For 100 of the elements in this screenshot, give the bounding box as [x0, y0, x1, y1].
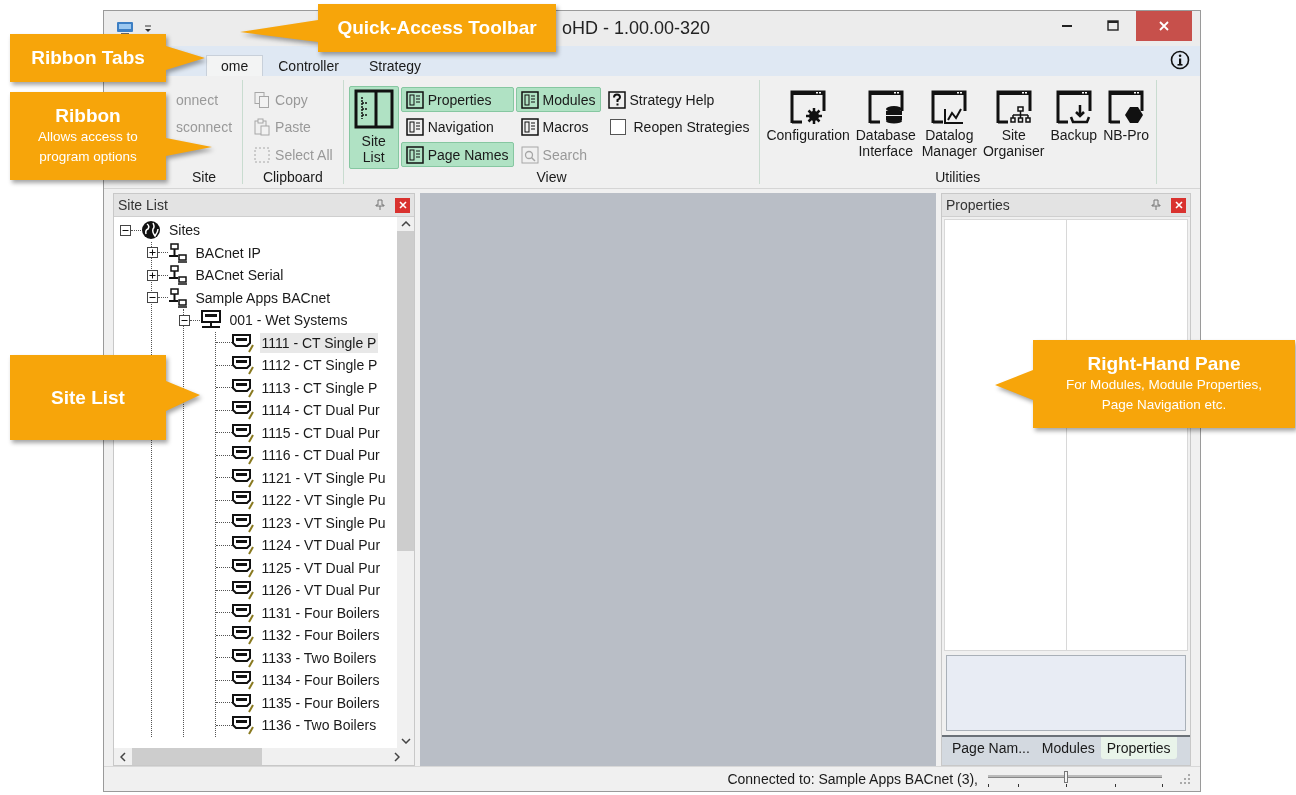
controller-edit-icon: [231, 512, 254, 533]
tree-item[interactable]: 1134 - Four Boilers: [259, 670, 382, 691]
controller-edit-icon: [231, 332, 254, 353]
callout-text: For Modules, Module Properties, Page Navigation etc.: [1065, 376, 1263, 414]
utility-button[interactable]: Site Organiser: [980, 86, 1047, 169]
vertical-scrollbar[interactable]: [397, 217, 414, 748]
info-icon[interactable]: [1170, 50, 1190, 70]
close-icon: [1158, 20, 1170, 32]
panel-icon: [405, 118, 424, 137]
group-label: Clipboard: [261, 168, 324, 185]
controller-edit-icon: [231, 602, 254, 623]
help-icon: [607, 90, 626, 109]
tree-item[interactable]: 1115 - CT Dual Pur: [259, 422, 382, 443]
utility-button[interactable]: Database Interface: [853, 86, 918, 169]
chevron-down-icon[interactable]: [400, 738, 411, 744]
callout-title: Ribbon: [55, 105, 121, 127]
pane-tab[interactable]: Page Nam...: [946, 737, 1036, 759]
utility-button[interactable]: Configuration: [764, 86, 852, 169]
checkbox[interactable]: [609, 119, 626, 136]
tree-item[interactable]: 1116 - CT Dual Pur: [259, 445, 382, 466]
ribbon-tab[interactable]: ome: [206, 55, 264, 76]
tree-item[interactable]: 1112 - CT Single P: [259, 355, 380, 376]
tree-item[interactable]: 1126 - VT Dual Pur: [259, 580, 383, 601]
close-button[interactable]: [395, 197, 410, 213]
window-hierarchy-icon: [995, 89, 1032, 125]
controller-edit-icon: [231, 400, 254, 421]
callout-title: Site List: [51, 386, 125, 409]
controller-edit-icon: [231, 647, 254, 668]
collapse-icon[interactable]: [146, 292, 158, 304]
utility-button[interactable]: Backup: [1048, 86, 1100, 169]
pane-tab[interactable]: Modules: [1035, 737, 1101, 759]
collapse-icon[interactable]: [178, 314, 190, 326]
ribbon-tab[interactable]: Strategy: [353, 55, 437, 76]
ribbon-button[interactable]: Macros: [515, 114, 601, 140]
caret-icon[interactable]: [144, 24, 152, 33]
minimize-icon: [1062, 25, 1072, 27]
utility-button[interactable]: Datalog Manager: [919, 86, 979, 169]
checkbox-label: Reopen Strategies: [633, 119, 750, 136]
window-database-icon: [867, 89, 904, 125]
tree-item[interactable]: 1136 - Two Boilers: [259, 715, 379, 736]
close-button[interactable]: [1136, 11, 1192, 41]
close-icon: [398, 201, 407, 209]
chevron-left-icon[interactable]: [120, 751, 126, 762]
expand-icon[interactable]: [146, 247, 158, 259]
controller-edit-icon: [231, 377, 254, 398]
dashed-square-icon: [253, 145, 272, 164]
window-download-icon: [1055, 89, 1092, 125]
tree-item[interactable]: Sample Apps BACnet: [193, 287, 333, 308]
close-icon: [1174, 201, 1183, 209]
controller-edit-icon: [231, 422, 254, 443]
controller-edit-icon: [231, 580, 254, 601]
window-title: oHD - 1.00.00-320: [562, 18, 711, 39]
callout-title: Right-Hand Pane: [1087, 353, 1241, 375]
panel-icon: [520, 118, 539, 137]
tree-item[interactable]: 1123 - VT Single Pu: [259, 512, 388, 533]
monitor-icon: [199, 310, 222, 331]
search-icon: [520, 145, 539, 164]
tree-item[interactable]: 1124 - VT Dual Pur: [259, 535, 383, 556]
expand-icon[interactable]: [146, 269, 158, 281]
resize-grip-icon[interactable]: [1180, 774, 1190, 784]
controller-edit-icon: [231, 670, 254, 691]
tree-item[interactable]: 1122 - VT Single Pu: [259, 490, 388, 511]
ribbon-button[interactable]: Navigation: [400, 114, 514, 140]
tree-item[interactable]: BACnet Serial: [193, 265, 286, 286]
controller-edit-icon: [231, 715, 254, 736]
ribbon-tab[interactable]: Controller: [263, 55, 354, 76]
ribbon-button[interactable]: Modules: [515, 87, 601, 113]
app-icon[interactable]: [116, 20, 134, 37]
site-list-toggle[interactable]: Site List: [348, 86, 399, 169]
collapse-icon[interactable]: [120, 224, 131, 236]
tree-item[interactable]: 1125 - VT Dual Pur: [259, 557, 383, 578]
tree-item[interactable]: 1135 - Four Boilers: [259, 692, 382, 713]
ribbon-button[interactable]: Page Names: [400, 142, 514, 168]
ribbon-button[interactable]: Strategy Help: [602, 87, 755, 113]
window-chart-icon: [931, 89, 968, 125]
tree-item[interactable]: 1114 - CT Dual Pur: [259, 400, 382, 421]
tree-item[interactable]: 1132 - Four Boilers: [259, 625, 382, 646]
zoom-slider[interactable]: [988, 771, 1162, 787]
controller-edit-icon: [231, 490, 254, 511]
tree-item[interactable]: 1133 - Two Boilers: [259, 647, 379, 668]
tree-item[interactable]: 001 - Wet Systems: [227, 310, 350, 331]
controller-edit-icon: [231, 625, 254, 646]
tree-item[interactable]: 1113 - CT Single P: [259, 377, 380, 398]
tree-item[interactable]: Sites: [167, 220, 203, 241]
controller-edit-icon: [231, 355, 254, 376]
controller-edit-icon: [231, 445, 254, 466]
tree-item[interactable]: 1111 - CT Single P: [259, 332, 379, 353]
tree-item[interactable]: 1131 - Four Boilers: [259, 602, 382, 623]
chevron-up-icon[interactable]: [400, 221, 411, 227]
ribbon-button[interactable]: Properties: [400, 87, 514, 113]
chevron-right-icon[interactable]: [394, 751, 400, 762]
utility-button[interactable]: NB-Pro: [1101, 86, 1152, 169]
slider-thumb[interactable]: [1064, 771, 1069, 783]
tree-item[interactable]: 1121 - VT Single Pu: [259, 467, 388, 488]
close-button[interactable]: [1171, 197, 1186, 213]
pane-tab[interactable]: Properties: [1100, 737, 1177, 759]
tree-item[interactable]: BACnet IP: [193, 242, 263, 263]
group-label: View: [535, 168, 568, 185]
maximize-icon: [1107, 20, 1119, 32]
network-icon: [167, 287, 188, 308]
